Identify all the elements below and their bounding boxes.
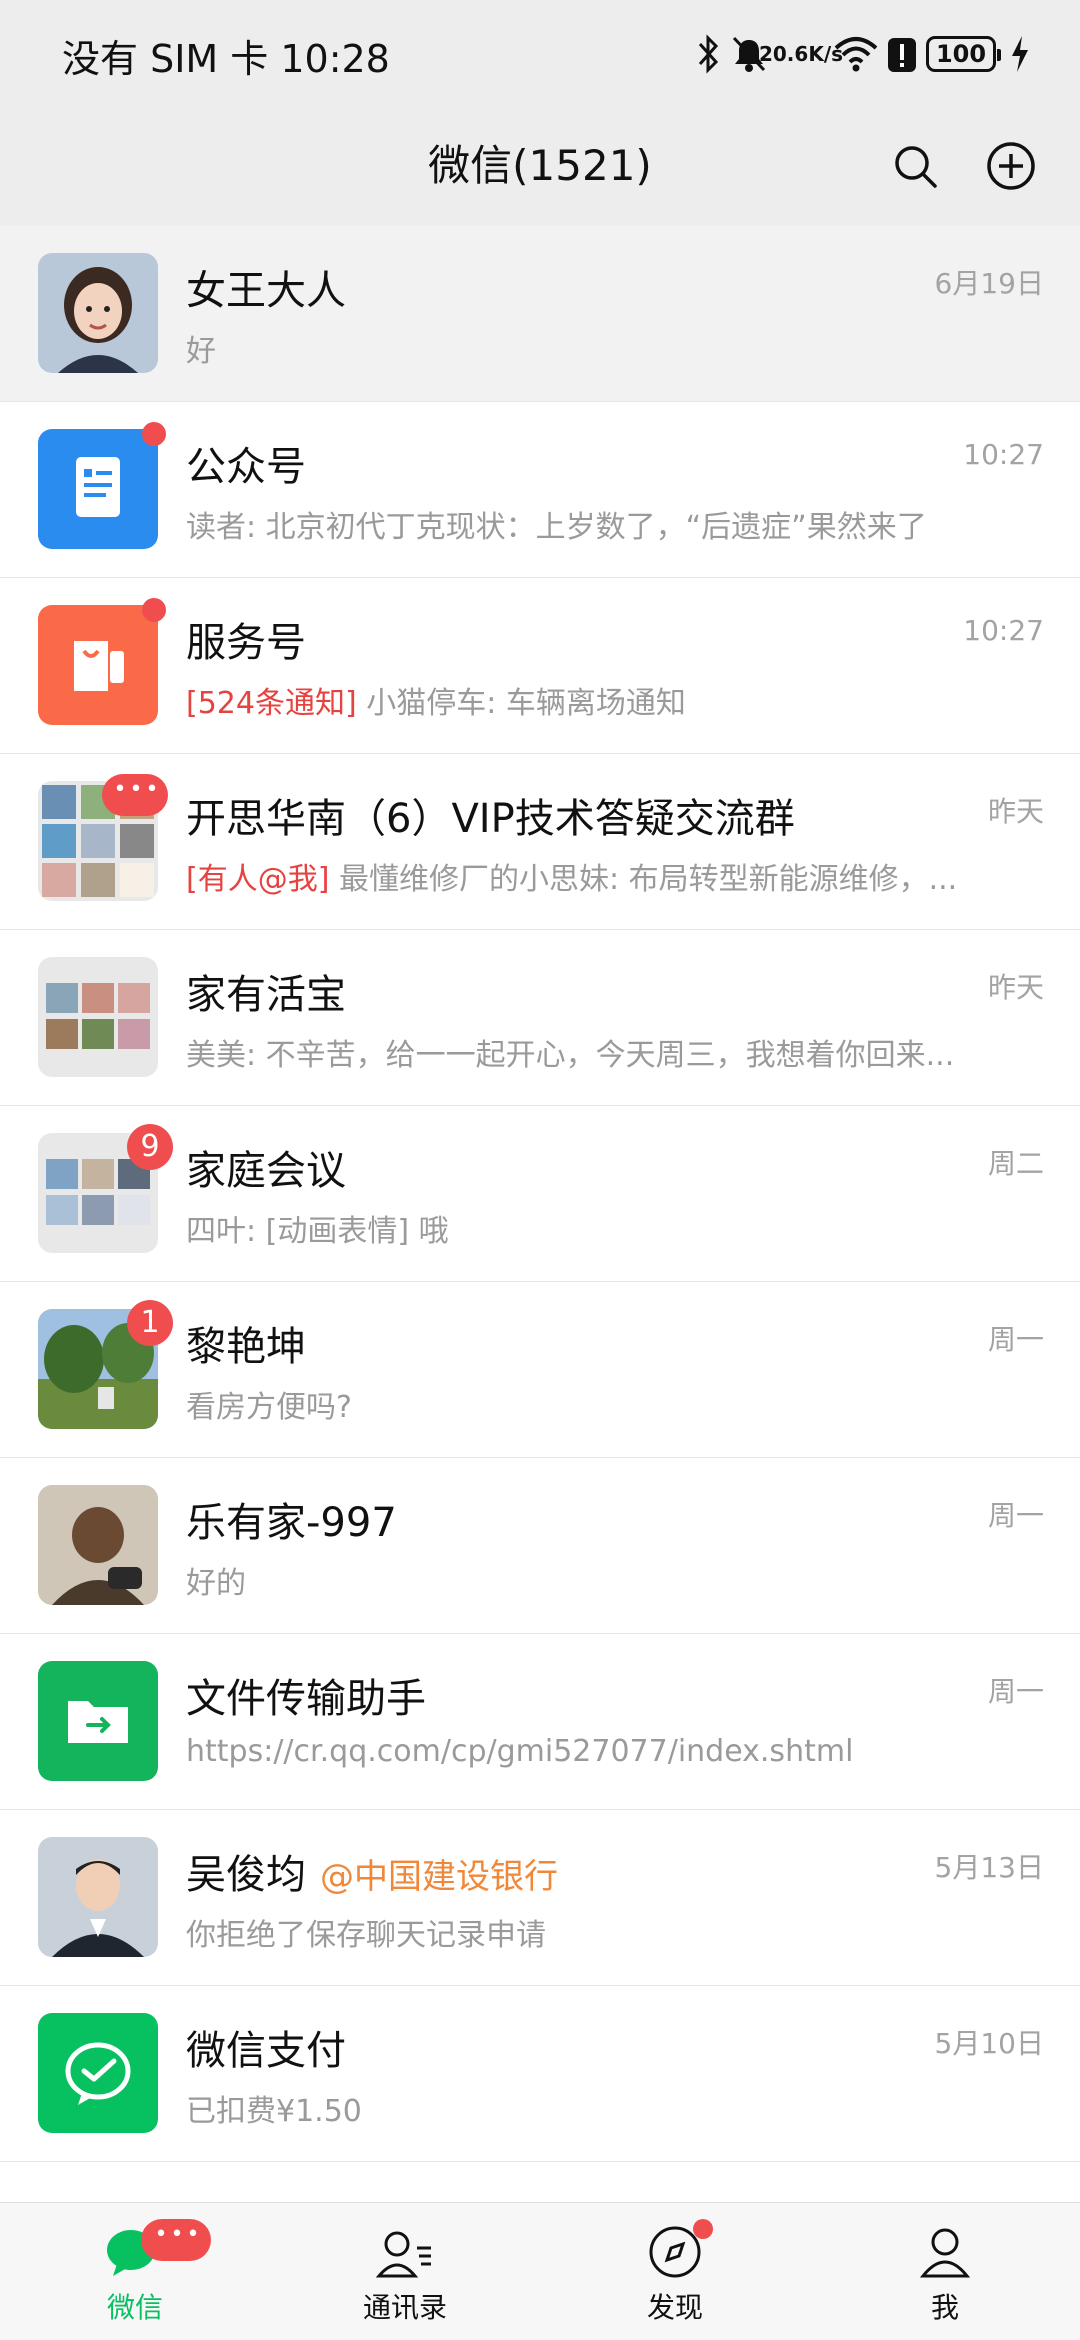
preview-text: 小猫停车: 车辆离场通知	[356, 686, 686, 721]
wifi-icon	[834, 28, 878, 80]
chat-name: 家庭会议	[186, 1148, 346, 1194]
profile-icon	[919, 2228, 971, 2278]
more-badge	[102, 774, 168, 816]
file-transfer-icon	[68, 1701, 128, 1743]
status-icons: 20.6 K/s 100	[696, 28, 1030, 80]
chat-preview: 读者: 北京初代丁克现状：上岁数了，“后遗症”果然来了	[186, 510, 927, 545]
avatar[interactable]	[38, 957, 158, 1077]
chat-preview: 已扣费¥1.50	[186, 2094, 362, 2129]
search-icon	[895, 146, 937, 188]
chat-preview: 看房方便吗?	[186, 1390, 352, 1425]
chat-row-wechat-pay[interactable]: 微信支付 已扣费¥1.50 5月10日	[0, 1986, 1080, 2162]
official-account-icon	[76, 457, 120, 517]
chat-row-service-accounts[interactable]: 服务号 [524条通知] 小猫停车: 车辆离场通知 10:27	[0, 578, 1080, 754]
net-speed: 20.6 K/s	[759, 28, 843, 80]
avatar[interactable]	[38, 1661, 158, 1781]
chat-preview: [524条通知] 小猫停车: 车辆离场通知	[186, 678, 1006, 722]
chat-name: 女王大人	[186, 268, 346, 314]
chat-name: 服务号	[186, 620, 306, 666]
charging-icon	[1010, 28, 1030, 80]
search-button[interactable]	[870, 120, 960, 212]
chat-time: 10:27	[963, 614, 1044, 647]
notification-count: [524条通知]	[186, 686, 357, 721]
chat-name: 家有活宝	[186, 972, 346, 1018]
chat-row-group-kaisi[interactable]: 开思华南（6）VIP技术答疑交流群 [有人@我] 最懂维修厂的小思妹: 布局转型…	[0, 754, 1080, 930]
chat-row-wujunjun[interactable]: 吴俊均 @中国建设银行 你拒绝了保存聊天记录申请 5月13日	[0, 1810, 1080, 1986]
contact-name: 吴俊均	[186, 1852, 306, 1898]
chat-name: 开思华南（6）VIP技术答疑交流群	[186, 796, 795, 842]
chat-time: 昨天	[987, 795, 1044, 828]
battery-level: 100	[926, 36, 1001, 72]
chat-row-file-transfer[interactable]: 文件传输助手 https://cr.qq.com/cp/gmi527077/in…	[0, 1634, 1080, 1810]
chat-time: 周一	[987, 1499, 1044, 1532]
chat-preview: 美美: 不辛苦，给一一起开心，今天周三，我想着你回来...	[186, 1038, 955, 1073]
status-time: 没有 SIM 卡 10:28	[62, 37, 390, 81]
chat-preview: [有人@我] 最懂维修厂的小思妹: 布局转型新能源维修，...	[186, 854, 1006, 898]
chat-row-official-accounts[interactable]: 公众号 读者: 北京初代丁克现状：上岁数了，“后遗症”果然来了 10:27	[0, 402, 1080, 578]
chat-time: 6月19日	[934, 267, 1044, 300]
chat-time: 5月13日	[934, 1851, 1044, 1884]
chat-time: 周一	[987, 1323, 1044, 1356]
status-bar: 没有 SIM 卡 10:28 20.6 K/s 100	[0, 0, 1080, 108]
battery-indicator: 100	[926, 28, 1001, 80]
chat-row-liyankun[interactable]: 1 黎艳坤 看房方便吗? 周一	[0, 1282, 1080, 1458]
chat-row-nvwang[interactable]: 女王大人 好 6月19日	[0, 226, 1080, 402]
wechat-pay-icon	[65, 2042, 131, 2105]
company-tag: @中国建设银行	[320, 1857, 558, 1897]
chat-name: 吴俊均 @中国建设银行	[186, 1842, 558, 1900]
chat-row-leyoujia[interactable]: 乐有家-997 好的 周一	[0, 1458, 1080, 1634]
chat-name: 微信支付	[186, 2028, 346, 2074]
avatar[interactable]	[38, 605, 158, 725]
tab-label: 微信	[106, 2291, 163, 2324]
tab-discover[interactable]: 发现	[540, 2203, 810, 2340]
chat-preview: 你拒绝了保存聊天记录申请	[186, 1918, 546, 1953]
header-bar: 微信(1521)	[0, 108, 1080, 226]
chat-time: 昨天	[987, 971, 1044, 1004]
more-badge	[141, 2219, 211, 2261]
chat-time: 5月10日	[934, 2027, 1044, 2060]
chat-list[interactable]: 女王大人 好 6月19日 公众号 读者: 北京初代丁克现状：上岁数了，“后遗症”…	[0, 226, 1080, 2202]
avatar[interactable]	[38, 253, 158, 373]
chat-preview: 好的	[186, 1566, 246, 1601]
tab-me[interactable]: 我	[810, 2203, 1080, 2340]
tab-label: 通讯录	[362, 2291, 447, 2324]
add-button[interactable]	[966, 120, 1056, 212]
add-icon	[987, 142, 1035, 190]
bottom-nav: 微信 通讯录 发现 我	[0, 2202, 1080, 2340]
chat-name: 乐有家-997	[186, 1500, 397, 1546]
bluetooth-icon	[696, 28, 722, 80]
contacts-icon	[375, 2231, 431, 2278]
tab-label: 发现	[646, 2291, 703, 2324]
tab-contacts[interactable]: 通讯录	[270, 2203, 540, 2340]
chat-row-family-meeting[interactable]: 9 家庭会议 四叶: [动画表情] 哦 周二	[0, 1106, 1080, 1282]
chat-name: 公众号	[186, 444, 306, 490]
chat-preview: 四叶: [动画表情] 哦	[186, 1214, 449, 1249]
avatar[interactable]	[38, 1837, 158, 1957]
chat-name: 文件传输助手	[186, 1676, 426, 1722]
chat-time: 周二	[987, 1147, 1044, 1180]
chat-name: 黎艳坤	[186, 1324, 306, 1370]
chat-preview: 好	[186, 334, 216, 369]
chat-row-jiayouhuobao[interactable]: 家有活宝 美美: 不辛苦，给一一起开心，今天周三，我想着你回来... 昨天	[0, 930, 1080, 1106]
net-speed-value: 20.6	[758, 42, 809, 66]
avatar[interactable]	[38, 1485, 158, 1605]
mention-tag: [有人@我]	[186, 862, 330, 897]
avatar[interactable]	[38, 429, 158, 549]
unread-dot	[142, 598, 166, 622]
alert-icon	[886, 28, 918, 80]
unread-dot	[142, 422, 166, 446]
tab-wechat[interactable]: 微信	[0, 2203, 270, 2340]
unread-badge: 9	[127, 1124, 173, 1170]
chat-preview-link[interactable]: https://cr.qq.com/cp/gmi527077/index.sht…	[186, 1734, 1006, 1769]
chat-time: 10:27	[963, 438, 1044, 471]
service-account-icon	[74, 641, 124, 691]
tab-label: 我	[930, 2291, 959, 2324]
preview-text: 最懂维修厂的小思妹: 布局转型新能源维修，...	[329, 862, 958, 897]
unread-badge: 1	[127, 1300, 173, 1346]
avatar[interactable]	[38, 2013, 158, 2133]
unread-dot	[693, 2219, 713, 2239]
chat-time: 周一	[987, 1675, 1044, 1708]
